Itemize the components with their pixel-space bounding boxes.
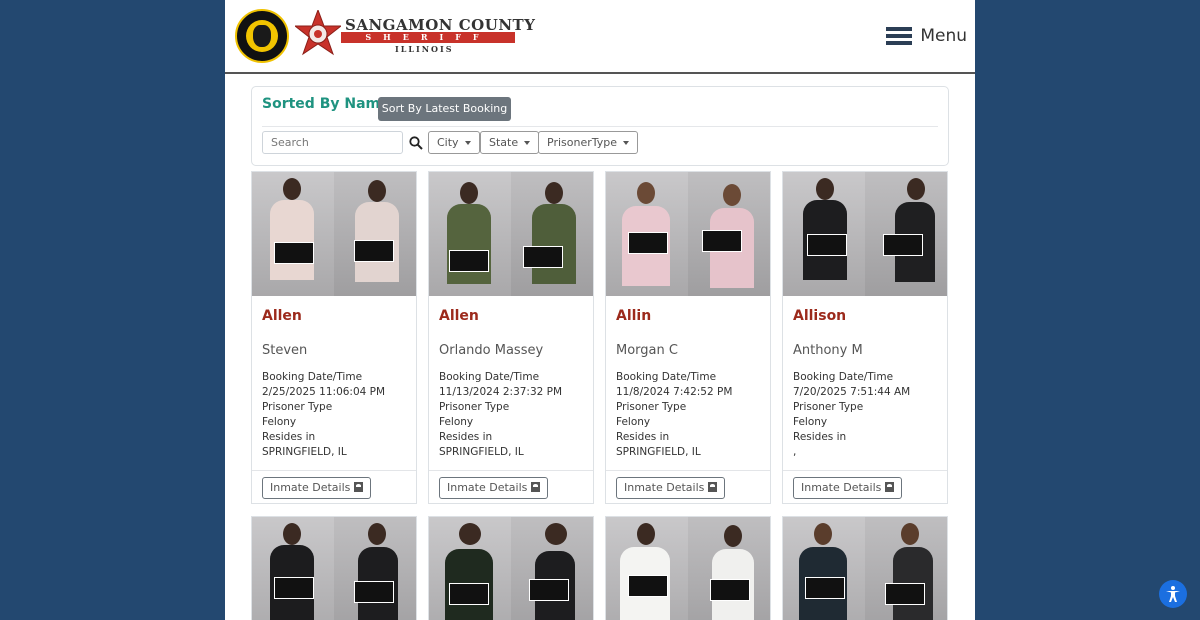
mugshot-photo [606,172,770,296]
inmate-first-name: Steven [262,343,308,358]
sort-by-latest-booking-button[interactable]: Sort By Latest Booking [378,97,511,121]
mugshot-photo [783,172,947,296]
resides-in: , [793,446,797,458]
city-dropdown-label: City [437,136,459,149]
inmate-details-button[interactable]: Inmate Details [793,477,903,499]
inmate-last-name: Allen [262,308,302,324]
city-dropdown[interactable]: City [428,131,480,154]
inmate-last-name: Allen [439,308,479,324]
booking-label: Booking Date/Time [262,371,363,383]
seal-center [246,20,278,52]
inmate-info: Booking Date/Time 11/13/2024 2:37:32 PM … [439,370,562,460]
resides-in: SPRINGFIELD, IL [262,446,347,458]
id-card-icon [531,482,541,492]
prisoner-type: Felony [793,416,828,428]
prisoner-type: Felony [262,416,297,428]
inmate-first-name: Morgan C [616,343,678,358]
state-dropdown-label: State [489,136,519,149]
prisoner-type-label: Prisoner Type [616,401,687,413]
resides-label: Resides in [439,431,493,443]
inmate-info: Booking Date/Time 2/25/2025 11:06:04 PM … [262,370,385,460]
page-container: SANGAMON COUNTY SHERIFF ILLINOIS Menu So… [225,0,975,620]
card-footer [429,470,593,471]
resides-label: Resides in [262,431,316,443]
resides-in: SPRINGFIELD, IL [439,446,524,458]
resides-in: SPRINGFIELD, IL [616,446,701,458]
prisoner-type: Felony [616,416,651,428]
sorted-by-name-link[interactable]: Sorted By Name [262,96,390,112]
inmate-card [605,516,771,620]
card-footer [252,470,416,471]
mugshot-photo [429,517,593,620]
caret-down-icon [623,141,630,145]
inmate-details-label: Inmate Details [270,481,351,494]
inmate-details-button[interactable]: Inmate Details [262,477,372,499]
resides-label: Resides in [793,431,847,443]
booking-label: Booking Date/Time [793,371,894,383]
inmate-details-button[interactable]: Inmate Details [616,477,726,499]
county-seal-logo[interactable] [235,9,289,63]
inmate-last-name: Allin [616,308,652,324]
prisoner-type-label: Prisoner Type [439,401,510,413]
inmate-details-button[interactable]: Inmate Details [439,477,549,499]
booking-datetime: 11/13/2024 2:37:32 PM [439,386,563,398]
prisoner-type-label: Prisoner Type [262,401,333,413]
inmate-info: Booking Date/Time 11/8/2024 7:42:52 PM P… [616,370,732,460]
inmate-details-label: Inmate Details [447,481,528,494]
mugshot-photo [606,517,770,620]
menu-label: Menu [920,26,967,46]
inmate-last-name: Allison [793,308,847,324]
inmate-first-name: Anthony M [793,343,863,358]
inmate-card: Allen Orlando Massey Booking Date/Time 1… [428,171,594,504]
caret-down-icon [464,141,471,145]
filter-panel: Sorted By Name Sort By Latest Booking Ci… [251,86,949,166]
hamburger-icon [886,27,913,45]
inmate-info: Booking Date/Time 7/20/2025 7:51:44 AM P… [793,370,910,460]
booking-datetime: 2/25/2025 11:06:04 PM [262,386,386,398]
inmate-card [782,516,948,620]
resides-label: Resides in [616,431,670,443]
inmate-details-label: Inmate Details [801,481,882,494]
mugshot-photo [783,517,947,620]
state-dropdown[interactable]: State [480,131,540,154]
id-card-icon [708,482,718,492]
mugshot-photo [429,172,593,296]
inmate-details-label: Inmate Details [624,481,705,494]
logo-sheriff-bar: SHERIFF [341,32,515,43]
search-icon[interactable] [409,136,423,150]
booking-datetime: 7/20/2025 7:51:44 AM [793,386,911,398]
inmate-first-name: Orlando Massey [439,343,544,358]
accessibility-icon [1166,586,1180,602]
booking-label: Booking Date/Time [439,371,540,383]
menu-button[interactable]: Menu [886,26,967,46]
sheriff-star-icon [295,10,341,56]
id-card-icon [354,482,364,492]
inmate-card: Allen Steven Booking Date/Time 2/25/2025… [251,171,417,504]
inmate-card: Allin Morgan C Booking Date/Time 11/8/20… [605,171,771,504]
card-footer [606,470,770,471]
filter-divider [262,126,938,127]
prisoner-type-dropdown[interactable]: PrisonerType [538,131,639,154]
inmate-card [251,516,417,620]
inmate-card: Allison Anthony M Booking Date/Time 7/20… [782,171,948,504]
card-footer [783,470,947,471]
accessibility-button[interactable] [1159,580,1187,608]
booking-datetime: 11/8/2024 7:42:52 PM [616,386,733,398]
inmate-card [428,516,594,620]
site-header: SANGAMON COUNTY SHERIFF ILLINOIS Menu [225,0,975,74]
lincoln-silhouette-icon [253,25,271,47]
prisoner-type-label: Prisoner Type [793,401,864,413]
search-input[interactable] [262,131,403,154]
id-card-icon [885,482,895,492]
caret-down-icon [524,141,531,145]
prisoner-type-dropdown-label: PrisonerType [547,136,618,149]
mugshot-photo [252,517,416,620]
booking-label: Booking Date/Time [616,371,717,383]
mugshot-photo [252,172,416,296]
logo-subtitle: ILLINOIS [395,44,454,54]
prisoner-type: Felony [439,416,474,428]
